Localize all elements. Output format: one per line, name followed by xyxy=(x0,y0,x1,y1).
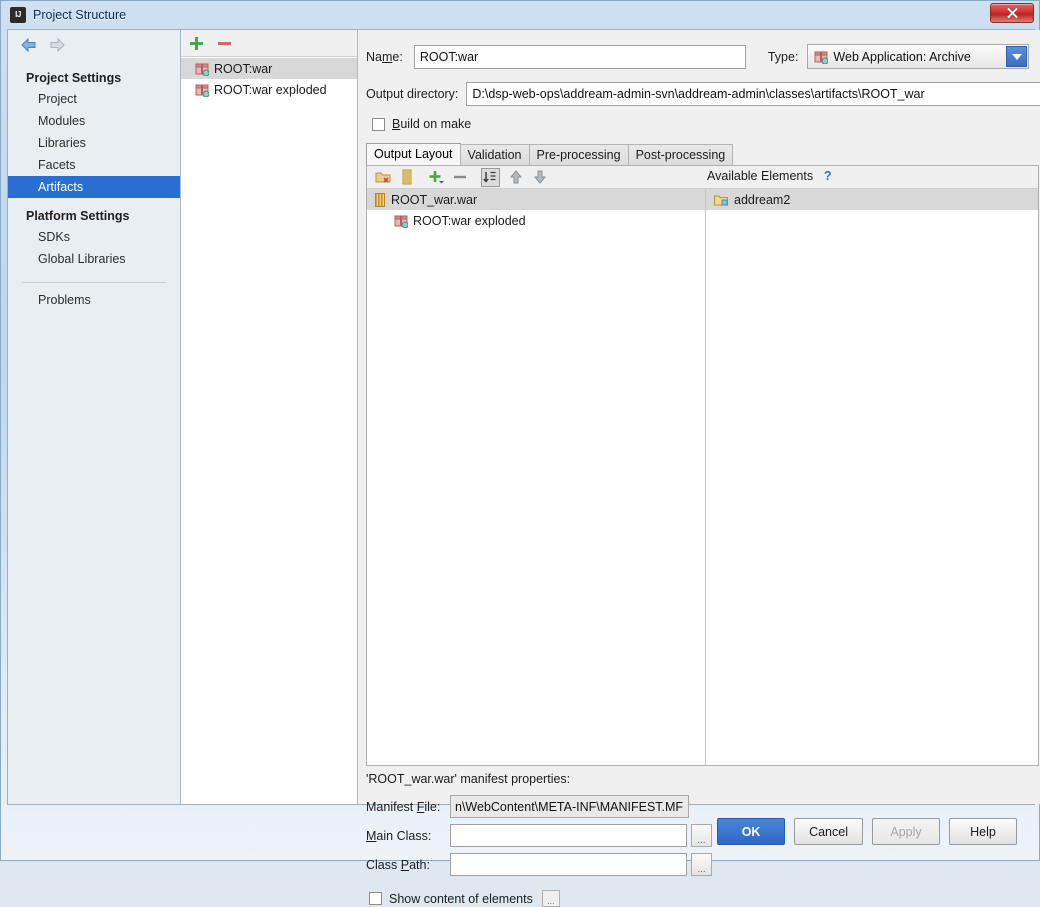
ellipsis-icon: ... xyxy=(697,864,706,875)
sidebar-item-problems[interactable]: Problems xyxy=(8,289,180,311)
tree-node-label: ROOT_war.war xyxy=(391,192,478,207)
list-item[interactable]: ROOT:war xyxy=(181,58,357,79)
artifact-list-panel: ROOT:war ROOT:war exploded xyxy=(181,30,358,804)
output-layout-panels: Available Elements ? ROOT_war.war ROOT:w… xyxy=(366,165,1039,766)
output-directory-input[interactable] xyxy=(466,82,1040,106)
help-button[interactable]: Help xyxy=(949,818,1017,845)
close-icon[interactable] xyxy=(990,3,1034,23)
tree-node-label: ROOT:war exploded xyxy=(413,213,526,228)
available-elements-tree: addream2 xyxy=(706,189,1038,765)
artifact-editor-panel: Name: Type: Web Application: Archive xyxy=(358,30,1040,907)
editor-tabs: Output Layout Validation Pre-processing … xyxy=(366,143,1040,165)
ok-button[interactable]: OK xyxy=(717,818,786,845)
name-label: Name: xyxy=(366,49,403,64)
dialog-content: Project Settings Project Modules Librari… xyxy=(7,29,1040,907)
remove-element-icon[interactable] xyxy=(452,169,468,185)
manifest-properties-title: 'ROOT_war.war' manifest properties: xyxy=(366,772,571,786)
sidebar-group-platform-settings: Platform Settings xyxy=(26,209,130,223)
artifact-type-value: Web Application: Archive xyxy=(833,49,971,64)
class-path-label: Class Path: xyxy=(366,857,430,872)
war-icon xyxy=(195,62,210,76)
help-icon[interactable]: ? xyxy=(824,169,832,183)
sidebar-group-project-settings: Project Settings xyxy=(26,71,122,85)
sidebar-item-project[interactable]: Project xyxy=(8,88,180,110)
arrow-right-icon[interactable] xyxy=(48,37,66,53)
table-row[interactable]: ROOT:war exploded xyxy=(367,210,705,231)
output-directory-label: Output directory: xyxy=(366,87,459,101)
output-layout-toolbar: Available Elements ? xyxy=(367,166,1038,189)
build-on-make-row: Build on make xyxy=(372,117,1040,131)
class-path-input[interactable] xyxy=(450,853,687,876)
create-archive-icon[interactable] xyxy=(399,169,415,185)
show-content-label: Show content of elements xyxy=(389,891,533,906)
class-path-row: Class Path: ... xyxy=(366,853,1039,876)
output-layout-tree: ROOT_war.war ROOT:war exploded xyxy=(367,189,706,765)
arrow-left-icon[interactable] xyxy=(20,37,38,53)
ellipsis-icon: ... xyxy=(547,896,555,906)
war-icon xyxy=(394,214,409,228)
panels-body: ROOT_war.war ROOT:war exploded addream2 xyxy=(367,189,1038,765)
artifact-list: ROOT:war ROOT:war exploded xyxy=(181,57,357,804)
add-element-icon[interactable] xyxy=(428,169,444,185)
window-title: Project Structure xyxy=(33,8,127,22)
list-item-label: ROOT:war exploded xyxy=(214,82,327,97)
war-icon xyxy=(814,50,829,64)
sidebar-item-facets[interactable]: Facets xyxy=(8,154,180,176)
chevron-down-icon[interactable] xyxy=(1006,46,1028,67)
list-item-label: ROOT:war xyxy=(214,61,273,76)
build-on-make-label: Build on make xyxy=(392,117,472,131)
table-row[interactable]: ROOT_war.war xyxy=(367,189,705,210)
tab-validation[interactable]: Validation xyxy=(459,144,530,165)
sidebar-item-sdks[interactable]: SDKs xyxy=(8,226,180,248)
show-content-row: Show content of elements ... xyxy=(369,890,1040,907)
navigation-arrows xyxy=(8,30,180,60)
remove-artifact-icon[interactable] xyxy=(217,36,232,51)
available-elements-label: Available Elements xyxy=(707,169,814,183)
tab-post-processing[interactable]: Post-processing xyxy=(627,144,734,165)
apply-button[interactable]: Apply xyxy=(872,818,940,845)
build-on-make-checkbox[interactable] xyxy=(372,117,385,131)
folder-icon xyxy=(714,194,728,206)
tree-node-label: addream2 xyxy=(734,192,791,207)
type-label: Type: xyxy=(767,49,799,64)
sidebar-item-modules[interactable]: Modules xyxy=(8,110,180,132)
title-bar: Project Structure xyxy=(1,1,1039,29)
move-down-icon[interactable] xyxy=(532,169,548,185)
sort-icon[interactable] xyxy=(481,167,500,187)
dialog-footer: OK Cancel Apply Help xyxy=(7,807,1035,856)
create-directory-icon[interactable] xyxy=(375,169,391,185)
tab-output-layout[interactable]: Output Layout xyxy=(366,143,461,165)
show-content-options-button[interactable]: ... xyxy=(541,890,560,907)
show-content-checkbox[interactable] xyxy=(369,892,382,905)
sidebar-item-libraries[interactable]: Libraries xyxy=(8,132,180,154)
output-directory-row: Output directory: ... xyxy=(366,82,1040,106)
cancel-button[interactable]: Cancel xyxy=(794,818,863,845)
sidebar-divider xyxy=(22,282,166,283)
jar-icon xyxy=(375,192,385,207)
artifact-list-toolbar xyxy=(181,30,357,57)
table-row[interactable]: addream2 xyxy=(706,189,1038,210)
project-structure-dialog: Project Structure Project Settings Proje xyxy=(0,0,1040,907)
artifact-type-select[interactable]: Web Application: Archive xyxy=(807,44,1030,69)
add-artifact-icon[interactable] xyxy=(189,36,204,51)
tab-pre-processing[interactable]: Pre-processing xyxy=(528,144,629,165)
sidebar-item-global-libraries[interactable]: Global Libraries xyxy=(8,248,180,270)
browse-class-path-button[interactable]: ... xyxy=(691,853,712,876)
move-up-icon[interactable] xyxy=(508,169,524,185)
list-item[interactable]: ROOT:war exploded xyxy=(181,79,357,100)
intellij-logo-icon xyxy=(10,7,26,23)
name-row: Name: Type: Web Application: Archive xyxy=(366,44,1040,69)
war-icon xyxy=(195,83,210,97)
artifact-name-input[interactable] xyxy=(413,44,746,69)
sidebar-item-artifacts[interactable]: Artifacts xyxy=(8,176,180,198)
settings-sidebar: Project Settings Project Modules Librari… xyxy=(8,30,181,804)
